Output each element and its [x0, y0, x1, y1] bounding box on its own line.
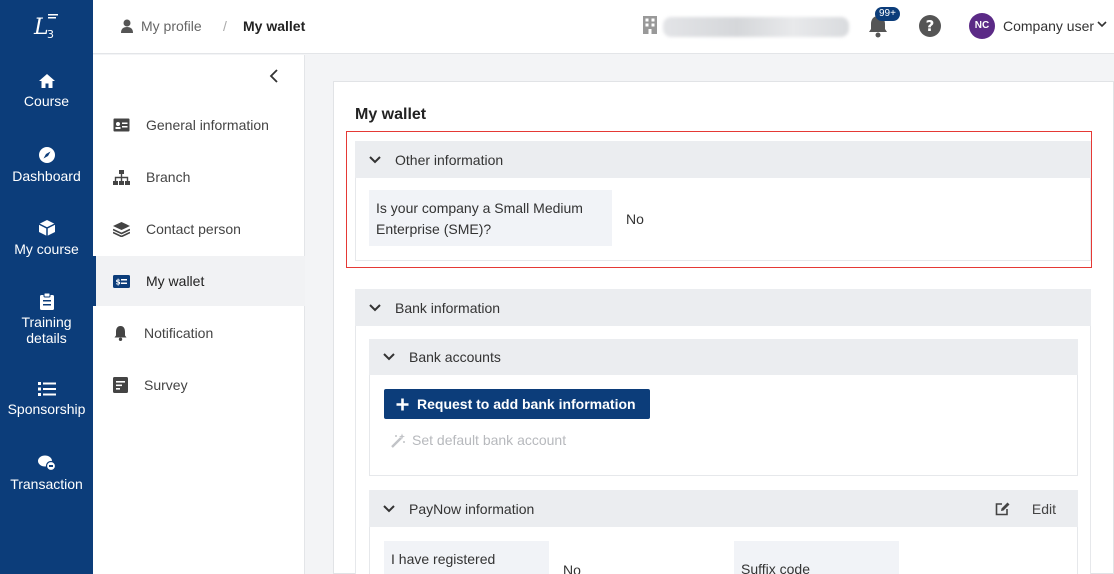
- profile-sidebar: General information Branch Contact perso…: [93, 55, 305, 574]
- other-information-header[interactable]: Other information: [355, 141, 1091, 178]
- compass-icon: [38, 147, 55, 163]
- building-icon: [643, 16, 657, 34]
- bank-information-header[interactable]: Bank information: [355, 289, 1091, 326]
- sitemap-icon: [113, 169, 130, 185]
- set-default-bank-button[interactable]: Set default bank account: [391, 432, 566, 448]
- breadcrumb-current: My wallet: [243, 18, 306, 34]
- list-icon: [37, 382, 56, 396]
- wallet-card: My wallet Other information Is your comp…: [333, 81, 1114, 574]
- rail-item-my-course[interactable]: My course: [0, 219, 93, 257]
- company-name-redacted: [663, 17, 849, 37]
- paynow-information-body: I have registered No Suffix code: [369, 527, 1078, 574]
- sidebar-item-survey[interactable]: Survey: [93, 360, 305, 410]
- chevron-down-icon: [383, 353, 395, 361]
- bank-accounts-header[interactable]: Bank accounts: [369, 339, 1078, 375]
- chevron-down-icon: [383, 504, 395, 512]
- id-card-icon: [113, 118, 130, 132]
- chat-coins-icon: [37, 455, 56, 472]
- paynow-edit-button[interactable]: Edit: [981, 501, 1056, 517]
- page-title: My wallet: [355, 106, 427, 123]
- paynow-registered-value: No: [563, 562, 581, 574]
- box-icon: [38, 220, 55, 236]
- notification-badge: 99+: [875, 7, 900, 21]
- magic-wand-icon: [391, 433, 405, 448]
- rail-item-sponsorship[interactable]: Sponsorship: [0, 381, 93, 417]
- svg-text:3: 3: [47, 28, 54, 40]
- rail-item-dashboard[interactable]: Dashboard: [0, 146, 93, 184]
- sme-label: Is your company a Small Medium Enterpris…: [369, 190, 612, 246]
- sidebar-item-branch[interactable]: Branch: [93, 152, 305, 202]
- sidebar-item-notification[interactable]: Notification: [93, 308, 305, 358]
- sidebar-item-general-information[interactable]: General information: [93, 100, 305, 150]
- sme-value: No: [626, 211, 644, 227]
- svg-text:$: $: [116, 277, 121, 286]
- bank-information-body: Bank accounts Request to add bank inform…: [355, 326, 1091, 574]
- svg-text:?: ?: [926, 17, 935, 35]
- other-information-body: Is your company a Small Medium Enterpris…: [355, 178, 1091, 261]
- breadcrumb-separator: /: [223, 18, 227, 34]
- app-logo[interactable]: L 3: [32, 10, 62, 40]
- plus-icon: [396, 398, 409, 410]
- request-add-bank-button[interactable]: Request to add bank information: [384, 389, 650, 419]
- left-rail: L 3 Course Dashboard My course Training …: [0, 0, 93, 574]
- breadcrumb-my-profile[interactable]: My profile: [121, 18, 202, 34]
- chevron-left-icon[interactable]: [269, 69, 279, 83]
- wallet-icon: $: [113, 274, 130, 288]
- clipboard-icon: [39, 292, 54, 310]
- rail-item-course[interactable]: Course: [0, 73, 93, 109]
- sidebar-item-my-wallet[interactable]: $ My wallet: [93, 256, 305, 306]
- home-icon: [38, 74, 55, 88]
- layers-icon: [113, 221, 130, 237]
- rail-item-training-details[interactable]: Training details: [0, 292, 93, 346]
- user-name[interactable]: Company user: [1003, 18, 1094, 34]
- rail-item-transaction[interactable]: Transaction: [0, 454, 93, 492]
- user-icon: [121, 19, 133, 33]
- help-icon[interactable]: ?: [918, 14, 942, 38]
- avatar[interactable]: NC: [969, 13, 995, 39]
- survey-icon: [113, 377, 128, 393]
- edit-icon: [995, 502, 1010, 515]
- paynow-registered-label: I have registered: [384, 541, 549, 574]
- chevron-down-icon[interactable]: [1097, 21, 1107, 28]
- chevron-down-icon: [369, 303, 381, 311]
- suffix-code-label: Suffix code: [734, 541, 899, 574]
- sidebar-item-contact-person[interactable]: Contact person: [93, 204, 305, 254]
- paynow-information-header[interactable]: PayNow information Edit: [369, 490, 1078, 527]
- top-bar: My profile / My wallet 99+ ? NC Company …: [93, 0, 1114, 54]
- bell-icon: [114, 326, 127, 341]
- chevron-down-icon: [369, 155, 381, 163]
- bank-accounts-body: Request to add bank information Set defa…: [369, 375, 1078, 476]
